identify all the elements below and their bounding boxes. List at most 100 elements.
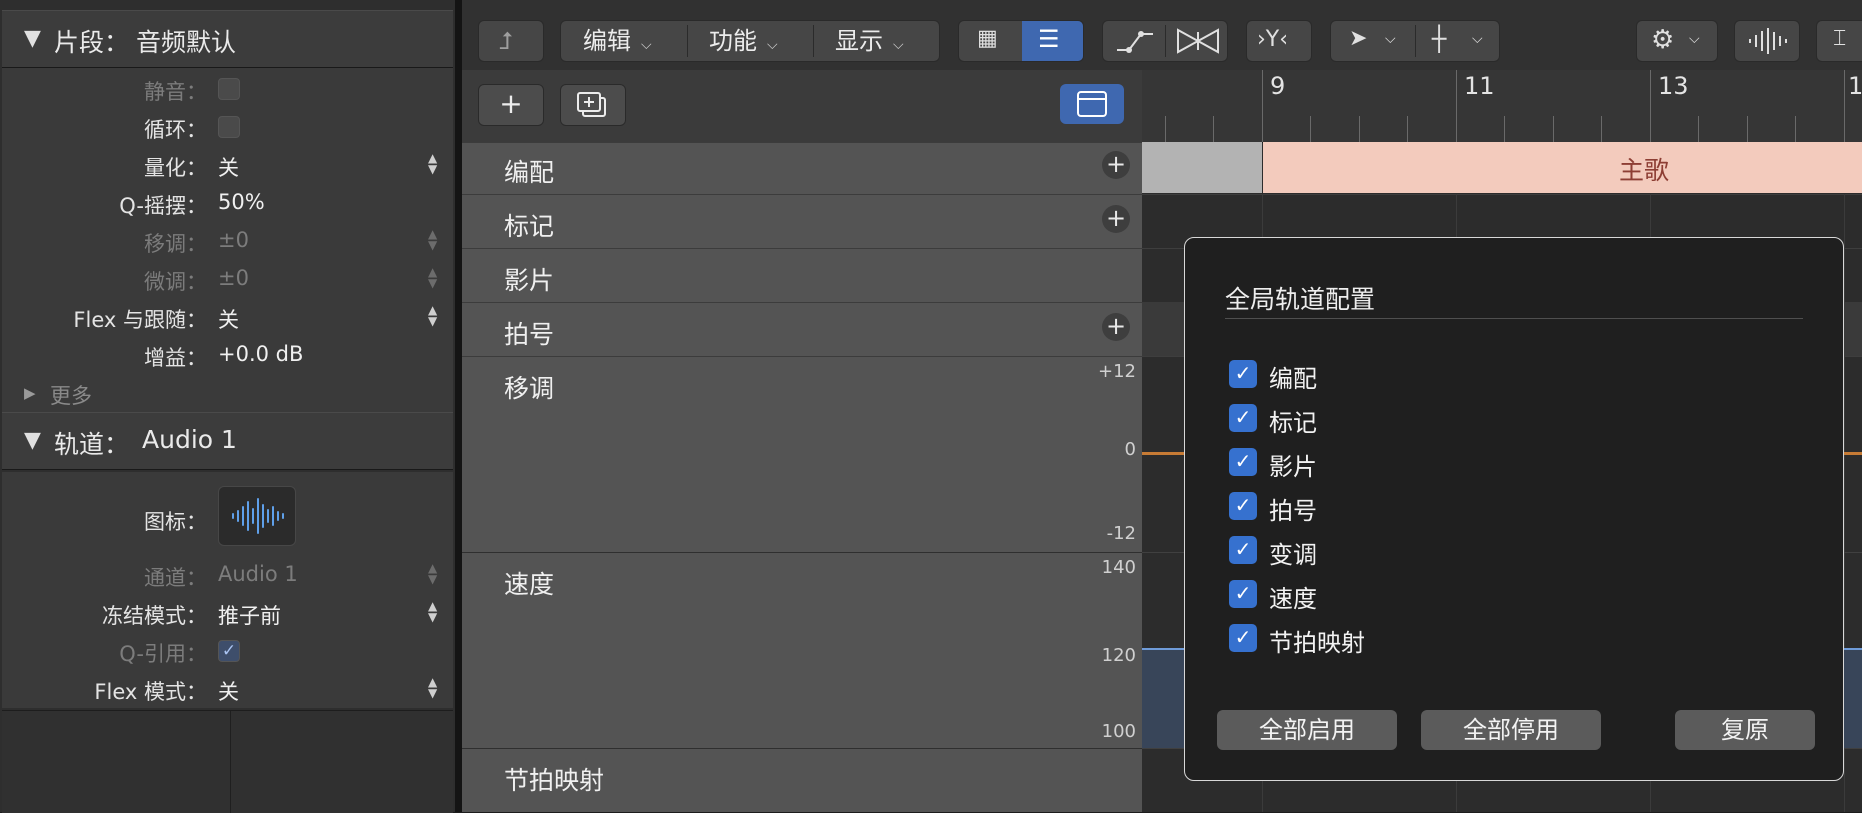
crosshair-icon: ┼ xyxy=(1432,25,1447,53)
movie-checkbox[interactable]: ✓ xyxy=(1229,448,1257,476)
panel-splitter[interactable] xyxy=(455,0,462,812)
add-marker-icon[interactable]: + xyxy=(1102,205,1130,233)
popup-arrows-icon[interactable]: ▲ ▼ xyxy=(428,600,437,623)
flex-button[interactable] xyxy=(1166,21,1229,61)
new-track-button[interactable]: + xyxy=(478,84,544,126)
functions-menu[interactable]: 功能 ⌵ xyxy=(709,21,778,61)
more-label[interactable]: 更多 xyxy=(50,380,92,410)
signature-checkbox-label[interactable]: 拍号 xyxy=(1269,491,1317,526)
global-track-tempo[interactable]: 速度 140 120 100 xyxy=(462,552,1142,749)
quantize-row[interactable]: 量化： 关 ▲ ▼ xyxy=(2,146,453,184)
loop-checkbox[interactable] xyxy=(218,116,240,138)
global-track-signature[interactable]: 拍号 + xyxy=(462,302,1142,357)
popup-arrows-icon[interactable]: ▲ ▼ xyxy=(428,228,437,251)
add-arrangement-marker-icon[interactable]: + xyxy=(1102,151,1130,179)
tempo-checkbox[interactable]: ✓ xyxy=(1229,580,1257,608)
vertical-zoom-button[interactable]: ⌶ xyxy=(1816,20,1862,62)
signature-checkbox[interactable]: ✓ xyxy=(1229,492,1257,520)
beat-mapping-checkbox-label[interactable]: 节拍映射 xyxy=(1269,623,1365,658)
quantize-value[interactable]: 关 xyxy=(218,152,239,182)
edit-menu[interactable]: 编辑 ⌵ xyxy=(583,21,652,61)
waveform-icon xyxy=(232,498,284,534)
menu-separator xyxy=(687,25,688,57)
popup-arrows-icon[interactable]: ▲ ▼ xyxy=(428,152,437,175)
command-click-tool-menu[interactable]: ┼ ⌵ xyxy=(1416,21,1501,61)
add-signature-icon[interactable]: + xyxy=(1102,313,1130,341)
left-click-tool-menu[interactable]: ➤ ⌵ xyxy=(1331,21,1415,61)
transpose-row[interactable]: 移调： ±0 ▲ ▼ xyxy=(2,222,453,260)
fine-tune-value[interactable]: ±0 xyxy=(218,266,249,290)
marker-checkbox-label[interactable]: 标记 xyxy=(1269,403,1317,438)
automation-curve-icon xyxy=(1117,31,1153,53)
settings-menu[interactable]: ⚙ ⌵ xyxy=(1636,20,1718,62)
global-track-beat-mapping[interactable]: 节拍映射 xyxy=(462,748,1142,813)
popup-arrows-icon[interactable]: ▲ ▼ xyxy=(428,266,437,289)
automation-buttons xyxy=(1102,20,1228,62)
disable-all-button[interactable]: 全部停用 xyxy=(1421,710,1601,750)
automation-button[interactable] xyxy=(1103,21,1165,61)
movie-checkbox-label[interactable]: 影片 xyxy=(1269,447,1317,482)
q-swing-row[interactable]: Q-摇摆： 50% xyxy=(2,184,453,222)
flex-follow-value[interactable]: 关 xyxy=(218,304,239,334)
global-track-transposition[interactable]: 移调 +12 0 -12 xyxy=(462,356,1142,553)
duplicate-track-button[interactable] xyxy=(560,84,626,126)
track-inspector-body: 图标： 通道： Audio 1 ▲ ▼ 冻结模式： 推子前 ▲ ▼ Q-引用： … xyxy=(2,472,453,708)
track-inspector-header[interactable]: ▼ 轨道： Audio 1 xyxy=(2,412,453,470)
region-inspector-header[interactable]: ▼ 片段： 音频默认 xyxy=(2,10,453,68)
view-mode-switch: ▦ ☰ xyxy=(958,20,1084,62)
tempo-checkbox-label[interactable]: 速度 xyxy=(1269,579,1317,614)
snap-button[interactable]: ›Y‹ xyxy=(1246,20,1312,62)
popup-arrows-icon[interactable]: ▲ ▼ xyxy=(428,676,437,699)
waveform-zoom-button[interactable] xyxy=(1734,20,1800,62)
fine-tune-row[interactable]: 微调： ±0 ▲ ▼ xyxy=(2,260,453,298)
signature-track-name: 拍号 xyxy=(504,320,555,349)
transposition-checkbox[interactable]: ✓ xyxy=(1229,536,1257,564)
channel-value[interactable]: Audio 1 xyxy=(218,562,298,586)
ruler-bar-9: 9 xyxy=(1270,72,1286,100)
grid-view-button[interactable]: ▦ xyxy=(959,21,1021,61)
q-swing-value[interactable]: 50% xyxy=(218,190,265,214)
beat-mapping-checkbox[interactable]: ✓ xyxy=(1229,624,1257,652)
global-tracks-button[interactable] xyxy=(1060,84,1124,124)
local-menus: 编辑 ⌵ 功能 ⌵ 显示 ⌵ xyxy=(560,20,940,62)
enable-all-button[interactable]: 全部启用 xyxy=(1217,710,1397,750)
global-track-movie[interactable]: 影片 xyxy=(462,248,1142,303)
gain-value[interactable]: +0.0 dB xyxy=(218,342,303,366)
flex-follow-row[interactable]: Flex 与跟随： 关 ▲ ▼ xyxy=(2,298,453,336)
catch-button[interactable]: ⮥ xyxy=(478,20,544,62)
arrangement-empty-region[interactable] xyxy=(1142,142,1262,193)
track-icon-button[interactable] xyxy=(218,486,296,546)
freeze-mode-value[interactable]: 推子前 xyxy=(218,600,281,630)
popup-arrows-icon[interactable]: ▲ ▼ xyxy=(428,562,437,585)
revert-button[interactable]: 复原 xyxy=(1675,710,1815,750)
disclosure-triangle-icon[interactable]: ▼ xyxy=(24,428,41,453)
q-reference-checkbox[interactable]: ✓ xyxy=(218,640,240,662)
arrangement-checkbox-label[interactable]: 编配 xyxy=(1269,359,1317,394)
bar-ruler[interactable]: 9 11 13 15 xyxy=(1142,70,1862,143)
marker-checkbox[interactable]: ✓ xyxy=(1229,404,1257,432)
freeze-mode-row[interactable]: 冻结模式： 推子前 ▲ ▼ xyxy=(2,594,453,632)
arrangement-region-label: 主歌 xyxy=(1619,156,1670,185)
tempo-scale-bottom: 100 xyxy=(1101,721,1136,742)
popup-arrows-icon[interactable]: ▲ ▼ xyxy=(428,304,437,327)
transpose-value[interactable]: ±0 xyxy=(218,228,249,252)
disclosure-triangle-right-icon[interactable]: ▶ xyxy=(24,384,36,402)
view-menu[interactable]: 显示 ⌵ xyxy=(835,21,904,61)
flex-mode-value[interactable]: 关 xyxy=(218,676,239,706)
gain-row[interactable]: 增益： +0.0 dB xyxy=(2,336,453,374)
arrangement-region-verse[interactable]: 主歌 xyxy=(1263,142,1862,193)
global-track-marker[interactable]: 标记 + xyxy=(462,194,1142,249)
q-reference-row: Q-引用： ✓ xyxy=(2,632,453,670)
disclosure-triangle-icon[interactable]: ▼ xyxy=(24,26,41,51)
flex-mode-row[interactable]: Flex 模式： 关 ▲ ▼ xyxy=(2,670,453,708)
tempo-scale-top: 140 xyxy=(1101,557,1136,578)
more-row[interactable]: ▶ 更多 xyxy=(2,374,453,412)
mute-checkbox[interactable] xyxy=(218,78,240,100)
list-view-button[interactable]: ☰ xyxy=(1022,21,1083,61)
transposition-checkbox-label[interactable]: 变调 xyxy=(1269,535,1317,570)
inspector-channel-strip-area xyxy=(2,710,453,813)
arrangement-checkbox[interactable]: ✓ xyxy=(1229,360,1257,388)
transposition-scale-top: +12 xyxy=(1098,361,1136,382)
channel-row[interactable]: 通道： Audio 1 ▲ ▼ xyxy=(2,556,453,594)
global-track-arrangement[interactable]: 编配 + xyxy=(462,142,1142,195)
